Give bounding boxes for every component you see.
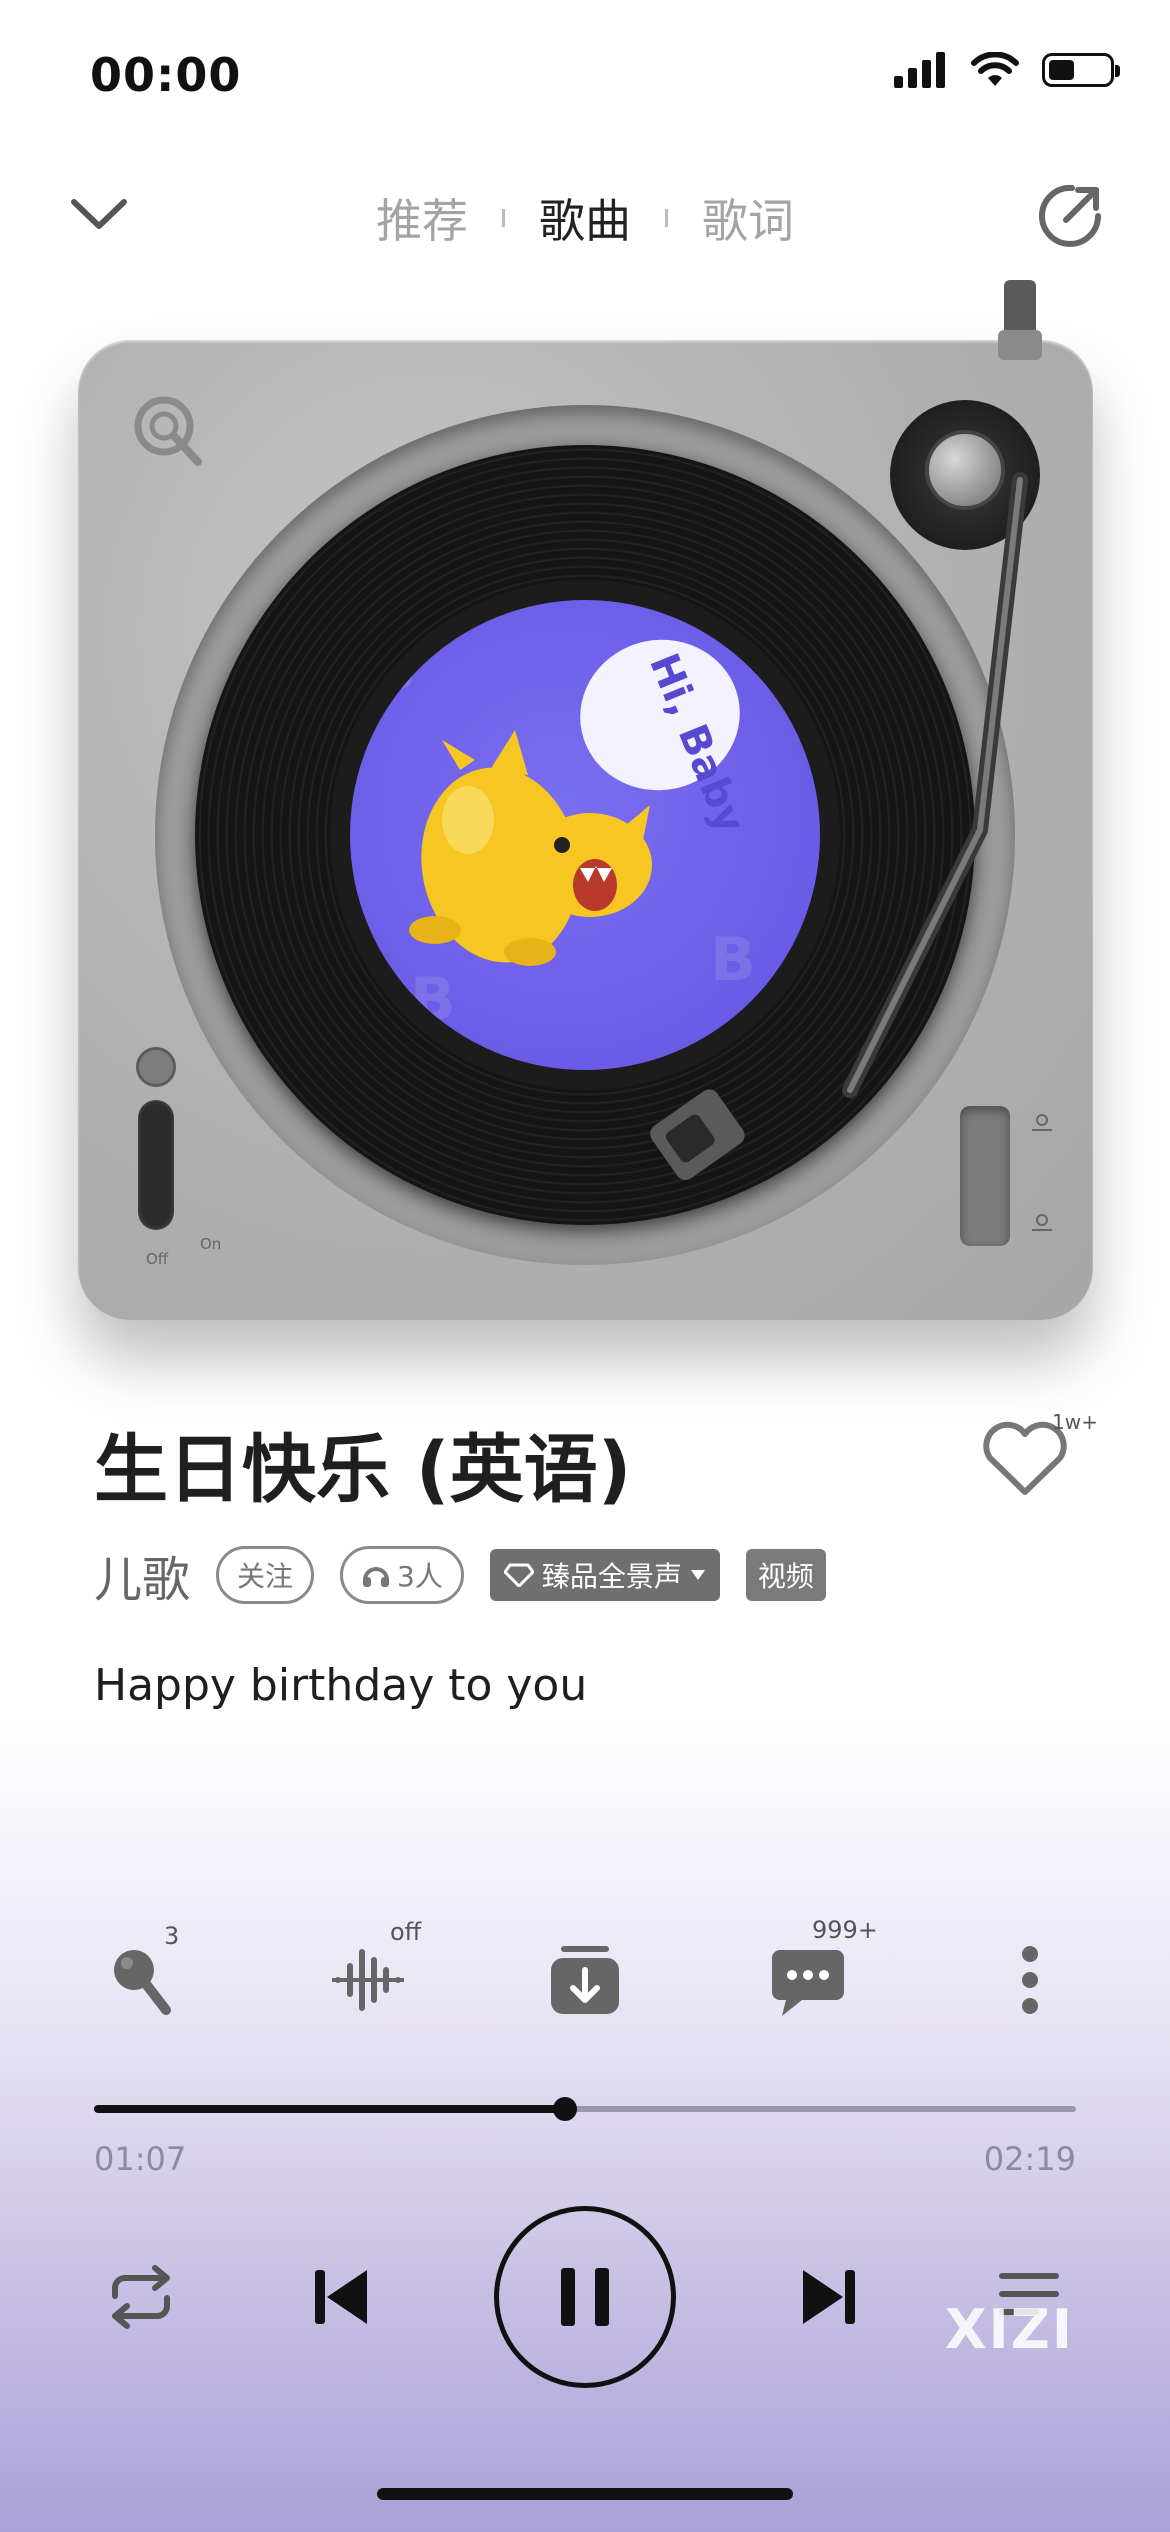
repeat-icon xyxy=(112,2265,170,2329)
total-time: 02:19 xyxy=(983,2140,1076,2178)
skip-previous-icon xyxy=(315,2270,367,2324)
status-time: 00:00 xyxy=(90,48,242,102)
tab-song[interactable]: 歌曲 xyxy=(539,185,631,251)
share-icon xyxy=(1039,184,1101,247)
switch-on-label: On xyxy=(200,1235,222,1253)
comments-badge: 999+ xyxy=(812,1916,878,1944)
pause-icon xyxy=(561,2268,609,2326)
follow-label: 关注 xyxy=(237,1560,294,1593)
next-button[interactable] xyxy=(785,2252,875,2342)
previous-button[interactable] xyxy=(295,2252,385,2342)
progress-handle[interactable] xyxy=(553,2097,578,2121)
headphones-icon xyxy=(363,1567,390,1587)
pitch-slider[interactable] xyxy=(960,1106,1010,1246)
elapsed-time: 01:07 xyxy=(94,2140,187,2178)
power-switch[interactable] xyxy=(138,1100,174,1230)
nav-tabs: 推荐 歌曲 歌词 xyxy=(0,185,1170,251)
tab-lyrics[interactable]: 歌词 xyxy=(702,185,794,251)
skip-next-icon xyxy=(803,2270,855,2324)
listen-together-button[interactable]: 3人 xyxy=(340,1546,464,1604)
switch-off-label: Off xyxy=(146,1250,169,1268)
song-title: 生日快乐 (英语) xyxy=(94,1427,632,1513)
cellular-signal-icon xyxy=(894,52,945,88)
watermark-text: XIZI xyxy=(945,2298,1074,2361)
tonearm[interactable] xyxy=(620,270,1100,1220)
song-meta-row: 儿歌 关注 3人 臻品全景声 视频 xyxy=(94,1540,826,1610)
more-vertical-icon xyxy=(1022,1946,1038,2014)
action-row: 3 off 999+ xyxy=(0,1916,1170,2030)
artist-name[interactable]: 儿歌 xyxy=(94,1540,190,1610)
battery-icon xyxy=(1042,53,1120,87)
follow-button[interactable]: 关注 xyxy=(216,1546,315,1604)
caret-down-icon xyxy=(690,1570,705,1580)
tab-recommend[interactable]: 推荐 xyxy=(376,185,468,251)
like-count: 1w+ xyxy=(1052,1410,1098,1434)
diamond-icon xyxy=(503,1563,534,1587)
comment-icon xyxy=(772,1950,844,2016)
status-icons xyxy=(894,52,1120,88)
qq-music-logo-icon xyxy=(128,390,208,474)
listeners-count: 3人 xyxy=(397,1560,443,1593)
sound-effect-button[interactable]: off xyxy=(318,1918,421,2030)
share-button[interactable] xyxy=(1036,180,1106,250)
microphone-icon xyxy=(114,1950,171,2015)
karaoke-badge: 3 xyxy=(164,1922,180,1950)
wifi-icon xyxy=(971,52,1019,86)
play-pause-button[interactable] xyxy=(494,2206,676,2388)
waveform-icon xyxy=(332,1949,404,2011)
sound-effect-badge: off xyxy=(390,1918,422,1946)
download-button[interactable] xyxy=(535,1930,635,2030)
pitch-marker-icon xyxy=(1032,1114,1052,1231)
tab-divider xyxy=(665,209,668,227)
tab-divider xyxy=(502,209,505,227)
more-button[interactable] xyxy=(980,1930,1080,2030)
current-lyric: Happy birthday to you xyxy=(94,1660,588,1711)
comments-button[interactable]: 999+ xyxy=(758,1916,878,2030)
download-icon xyxy=(551,1946,619,2014)
quality-label: 臻品全景声 xyxy=(541,1560,682,1593)
speed-knob[interactable] xyxy=(136,1047,176,1087)
audio-quality-selector[interactable]: 臻品全景声 xyxy=(489,1549,720,1601)
repeat-button[interactable] xyxy=(96,2252,186,2342)
video-button[interactable]: 视频 xyxy=(745,1549,826,1601)
home-indicator[interactable] xyxy=(377,2488,793,2500)
karaoke-button[interactable]: 3 xyxy=(94,1922,194,2030)
progress-fill xyxy=(94,2105,566,2113)
